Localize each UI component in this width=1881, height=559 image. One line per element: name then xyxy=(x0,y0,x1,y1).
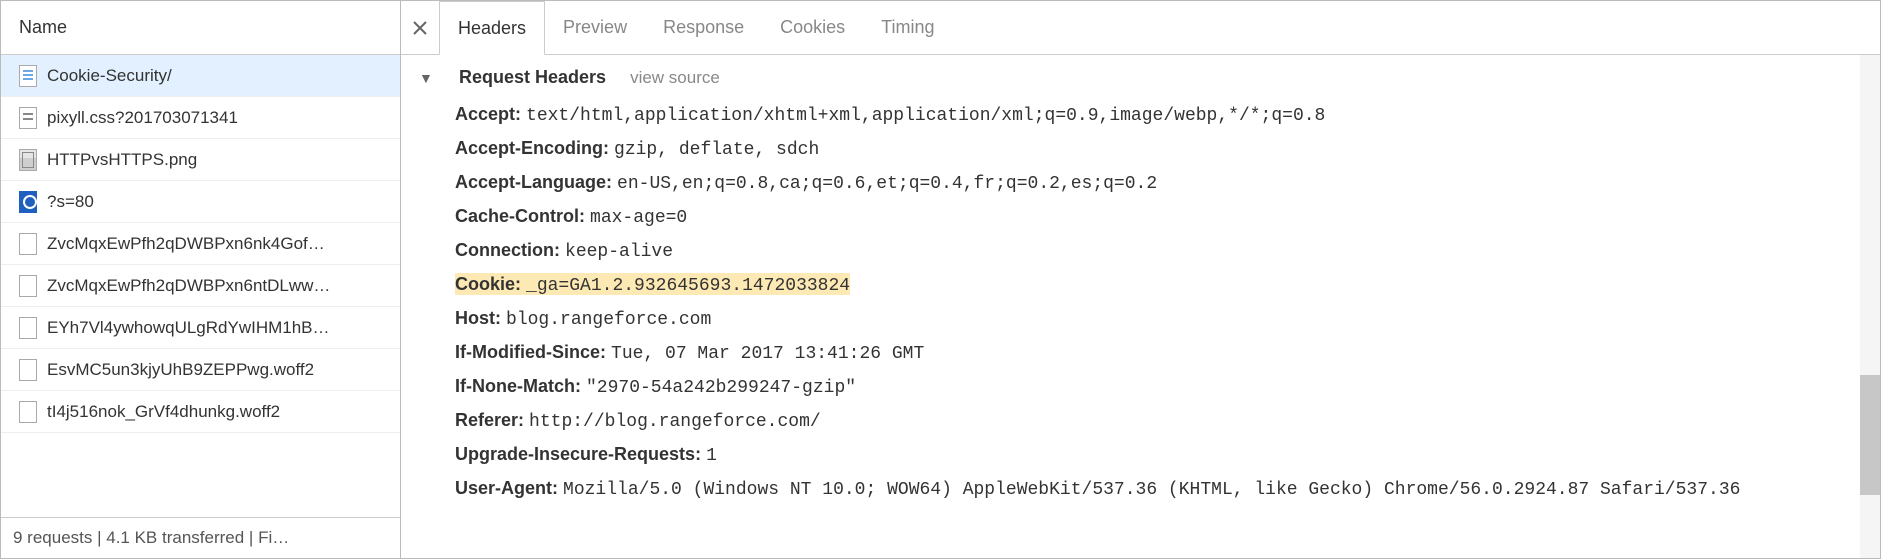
view-source-link[interactable]: view source xyxy=(630,68,720,88)
header-line: If-Modified-Since: Tue, 07 Mar 2017 13:4… xyxy=(455,336,1860,370)
tab-preview[interactable]: Preview xyxy=(545,1,645,54)
header-value: blog.rangeforce.com xyxy=(506,310,711,330)
request-name: HTTPvsHTTPS.png xyxy=(47,150,197,170)
blank-file-icon xyxy=(19,401,37,423)
tab-response[interactable]: Response xyxy=(645,1,762,54)
img-file-icon xyxy=(19,149,37,171)
header-value: Tue, 07 Mar 2017 13:41:26 GMT xyxy=(611,344,924,364)
request-row[interactable]: pixyll.css?201703071341 xyxy=(1,97,400,139)
header-value: Mozilla/5.0 (Windows NT 10.0; WOW64) App… xyxy=(563,480,1740,500)
blank-file-icon xyxy=(19,275,37,297)
header-line: Host: blog.rangeforce.com xyxy=(455,302,1860,336)
header-name: Cookie: xyxy=(455,274,521,294)
request-name: ZvcMqxEwPfh2qDWBPxn6ntDLww… xyxy=(47,276,330,296)
header-line: Accept-Encoding: gzip, deflate, sdch xyxy=(455,132,1860,166)
headers-body: ▼ Request Headers view source Accept: te… xyxy=(401,55,1880,558)
blank-file-icon xyxy=(19,359,37,381)
request-headers-section[interactable]: ▼ Request Headers view source xyxy=(419,67,1860,88)
request-name: ?s=80 xyxy=(47,192,94,212)
header-name: Accept: xyxy=(455,104,521,124)
request-name: EYh7Vl4ywhowqULgRdYwIHM1hB… xyxy=(47,318,330,338)
request-row[interactable]: ?s=80 xyxy=(1,181,400,223)
request-name: tI4j516nok_GrVf4dhunkg.woff2 xyxy=(47,402,280,422)
blank-file-icon xyxy=(19,317,37,339)
header-name: Host: xyxy=(455,308,501,328)
header-line: Cookie: _ga=GA1.2.932645693.1472033824 xyxy=(455,268,1860,302)
header-value: gzip, deflate, sdch xyxy=(614,140,819,160)
requests-panel: Name Cookie-Security/pixyll.css?20170307… xyxy=(1,1,401,558)
devtools-network-panel: Name Cookie-Security/pixyll.css?20170307… xyxy=(0,0,1881,559)
header-value: text/html,application/xhtml+xml,applicat… xyxy=(526,106,1325,126)
request-row[interactable]: ZvcMqxEwPfh2qDWBPxn6nk4Gof… xyxy=(1,223,400,265)
requests-summary: 9 requests | 4.1 KB transferred | Fi… xyxy=(1,517,400,558)
request-name: EsvMC5un3kjyUhB9ZEPPwg.woff2 xyxy=(47,360,314,380)
header-value: keep-alive xyxy=(565,242,673,262)
request-row[interactable]: tI4j516nok_GrVf4dhunkg.woff2 xyxy=(1,391,400,433)
blank-file-icon xyxy=(19,233,37,255)
request-row[interactable]: EYh7Vl4ywhowqULgRdYwIHM1hB… xyxy=(1,307,400,349)
disclosure-triangle-icon[interactable]: ▼ xyxy=(419,70,435,86)
detail-tab-bar: HeadersPreviewResponseCookiesTiming xyxy=(401,1,1880,55)
request-row[interactable]: ZvcMqxEwPfh2qDWBPxn6ntDLww… xyxy=(1,265,400,307)
favicon-file-icon xyxy=(19,191,37,213)
header-line: Accept-Language: en-US,en;q=0.8,ca;q=0.6… xyxy=(455,166,1860,200)
header-name: Upgrade-Insecure-Requests: xyxy=(455,444,701,464)
headers-block: Accept: text/html,application/xhtml+xml,… xyxy=(431,98,1860,506)
header-name: Referer: xyxy=(455,410,524,430)
request-name: Cookie-Security/ xyxy=(47,66,172,86)
tab-cookies[interactable]: Cookies xyxy=(762,1,863,54)
request-name: ZvcMqxEwPfh2qDWBPxn6nk4Gof… xyxy=(47,234,325,254)
header-name: If-None-Match: xyxy=(455,376,581,396)
header-value: "2970-54a242b299247-gzip" xyxy=(586,378,856,398)
tabs: HeadersPreviewResponseCookiesTiming xyxy=(439,1,953,54)
scrollbar-thumb[interactable] xyxy=(1860,375,1880,495)
header-line: Upgrade-Insecure-Requests: 1 xyxy=(455,438,1860,472)
header-line: Cache-Control: max-age=0 xyxy=(455,200,1860,234)
header-name: Accept-Language: xyxy=(455,172,612,192)
header-name: Cache-Control: xyxy=(455,206,585,226)
header-name: User-Agent: xyxy=(455,478,558,498)
request-row[interactable]: EsvMC5un3kjyUhB9ZEPPwg.woff2 xyxy=(1,349,400,391)
tab-timing[interactable]: Timing xyxy=(863,1,952,54)
details-panel: HeadersPreviewResponseCookiesTiming ▼ Re… xyxy=(401,1,1880,558)
request-row[interactable]: HTTPvsHTTPS.png xyxy=(1,139,400,181)
header-name: If-Modified-Since: xyxy=(455,342,606,362)
header-line: Connection: keep-alive xyxy=(455,234,1860,268)
header-line: User-Agent: Mozilla/5.0 (Windows NT 10.0… xyxy=(455,472,1860,506)
header-value: http://blog.rangeforce.com/ xyxy=(529,412,821,432)
css-file-icon xyxy=(19,107,37,129)
header-line: If-None-Match: "2970-54a242b299247-gzip" xyxy=(455,370,1860,404)
header-value: en-US,en;q=0.8,ca;q=0.6,et;q=0.4,fr;q=0.… xyxy=(617,174,1157,194)
request-row[interactable]: Cookie-Security/ xyxy=(1,55,400,97)
header-value: 1 xyxy=(706,446,717,466)
request-list: Cookie-Security/pixyll.css?201703071341 H… xyxy=(1,55,400,517)
header-name: Connection: xyxy=(455,240,560,260)
header-line: Accept: text/html,application/xhtml+xml,… xyxy=(455,98,1860,132)
section-title: Request Headers xyxy=(459,67,606,88)
tab-headers[interactable]: Headers xyxy=(439,1,545,55)
header-name: Accept-Encoding: xyxy=(455,138,609,158)
header-line: Referer: http://blog.rangeforce.com/ xyxy=(455,404,1860,438)
close-icon[interactable] xyxy=(401,1,439,54)
header-value: _ga=GA1.2.932645693.1472033824 xyxy=(526,276,850,296)
header-value: max-age=0 xyxy=(590,208,687,228)
name-column-header[interactable]: Name xyxy=(1,1,400,55)
doc-file-icon xyxy=(19,65,37,87)
request-name: pixyll.css?201703071341 xyxy=(47,108,238,128)
scrollbar-track[interactable] xyxy=(1860,55,1880,558)
